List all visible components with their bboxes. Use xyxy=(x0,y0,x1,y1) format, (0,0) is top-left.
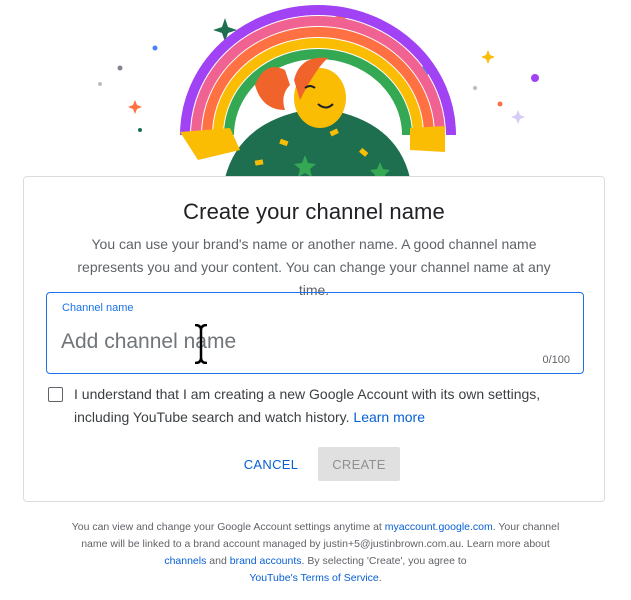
agreement-label: I understand that I am creating a new Go… xyxy=(74,386,541,425)
channel-name-input[interactable] xyxy=(61,327,501,357)
myaccount-link[interactable]: myaccount.google.com xyxy=(385,521,493,533)
footer-text-1: You can view and change your Google Acco… xyxy=(71,521,382,533)
footer-text-5: . xyxy=(378,572,382,584)
dialog-title: Create your channel name xyxy=(183,199,445,224)
agreement-checkbox[interactable] xyxy=(48,387,63,402)
channels-link[interactable]: channels xyxy=(164,555,206,567)
footer-legal-text: You can view and change your Google Acco… xyxy=(60,519,571,587)
channel-name-label: Channel name xyxy=(62,302,134,314)
character-counter: 0/100 xyxy=(542,354,570,366)
footer-text-4: . By selecting 'Create', you agree to xyxy=(301,555,467,567)
create-button[interactable]: CREATE xyxy=(318,447,400,481)
learn-more-link[interactable]: Learn more xyxy=(353,409,425,425)
terms-of-service-link[interactable]: YouTube's Terms of Service xyxy=(249,572,378,584)
footer-text-3: and xyxy=(209,555,227,567)
cancel-button[interactable]: CANCEL xyxy=(232,447,310,481)
brand-accounts-link[interactable]: brand accounts xyxy=(230,555,302,567)
channel-name-field[interactable]: Channel name 0/100 xyxy=(46,292,584,374)
agreement-text: I understand that I am creating a new Go… xyxy=(74,383,584,429)
text-cursor-icon xyxy=(194,323,208,365)
rainbow-illustration xyxy=(80,0,550,180)
create-channel-dialog: Create your channel name You can use you… xyxy=(23,176,605,502)
